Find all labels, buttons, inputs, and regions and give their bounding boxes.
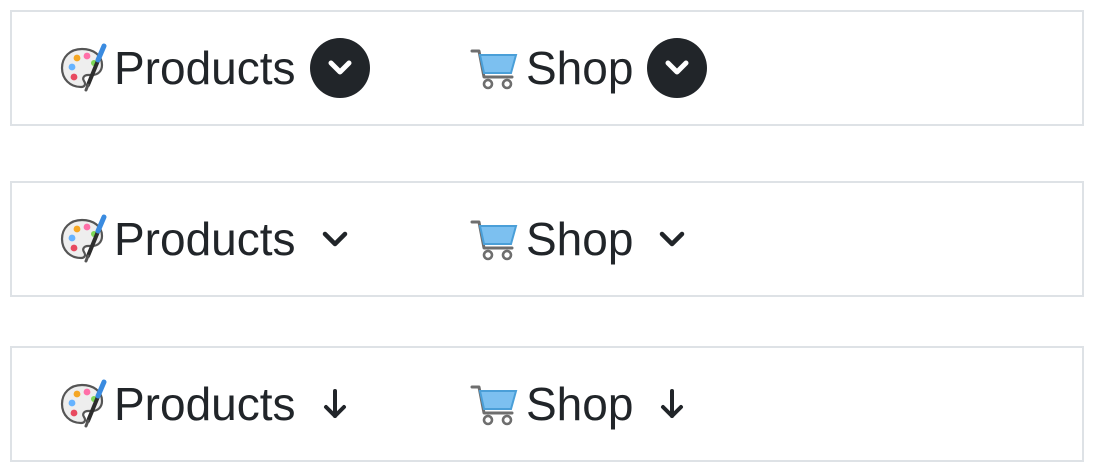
- shopping-cart-icon: [470, 379, 520, 429]
- palette-icon: [58, 379, 108, 429]
- nav-label-products: Products: [114, 42, 296, 94]
- palette-icon: [58, 214, 108, 264]
- nav-item-products[interactable]: Products: [58, 348, 350, 460]
- nav-label-products: Products: [114, 213, 296, 265]
- arrow-down-icon[interactable]: [320, 387, 350, 421]
- nav-item-shop[interactable]: Shop: [470, 12, 708, 124]
- nav-label-shop: Shop: [526, 213, 634, 265]
- nav-item-products[interactable]: Products: [58, 12, 370, 124]
- nav-item-products[interactable]: Products: [58, 183, 350, 295]
- shopping-cart-icon: [470, 43, 520, 93]
- chevron-down-icon[interactable]: [657, 224, 687, 254]
- shopping-cart-icon: [470, 214, 520, 264]
- nav-label-shop: Shop: [526, 42, 634, 94]
- nav-label-products: Products: [114, 378, 296, 430]
- navbar-chevron-variant: Products Shop: [10, 181, 1084, 297]
- navbar-circle-chevron-variant: Products Shop: [10, 10, 1084, 126]
- nav-label-shop: Shop: [526, 378, 634, 430]
- palette-icon: [58, 43, 108, 93]
- nav-item-shop[interactable]: Shop: [470, 348, 687, 460]
- nav-item-shop[interactable]: Shop: [470, 183, 687, 295]
- circle-chevron-down-icon[interactable]: [309, 38, 370, 98]
- chevron-down-icon[interactable]: [320, 224, 350, 254]
- navbar-arrow-variant: Products Shop: [10, 346, 1084, 462]
- arrow-down-icon[interactable]: [657, 387, 687, 421]
- circle-chevron-down-icon[interactable]: [647, 38, 708, 98]
